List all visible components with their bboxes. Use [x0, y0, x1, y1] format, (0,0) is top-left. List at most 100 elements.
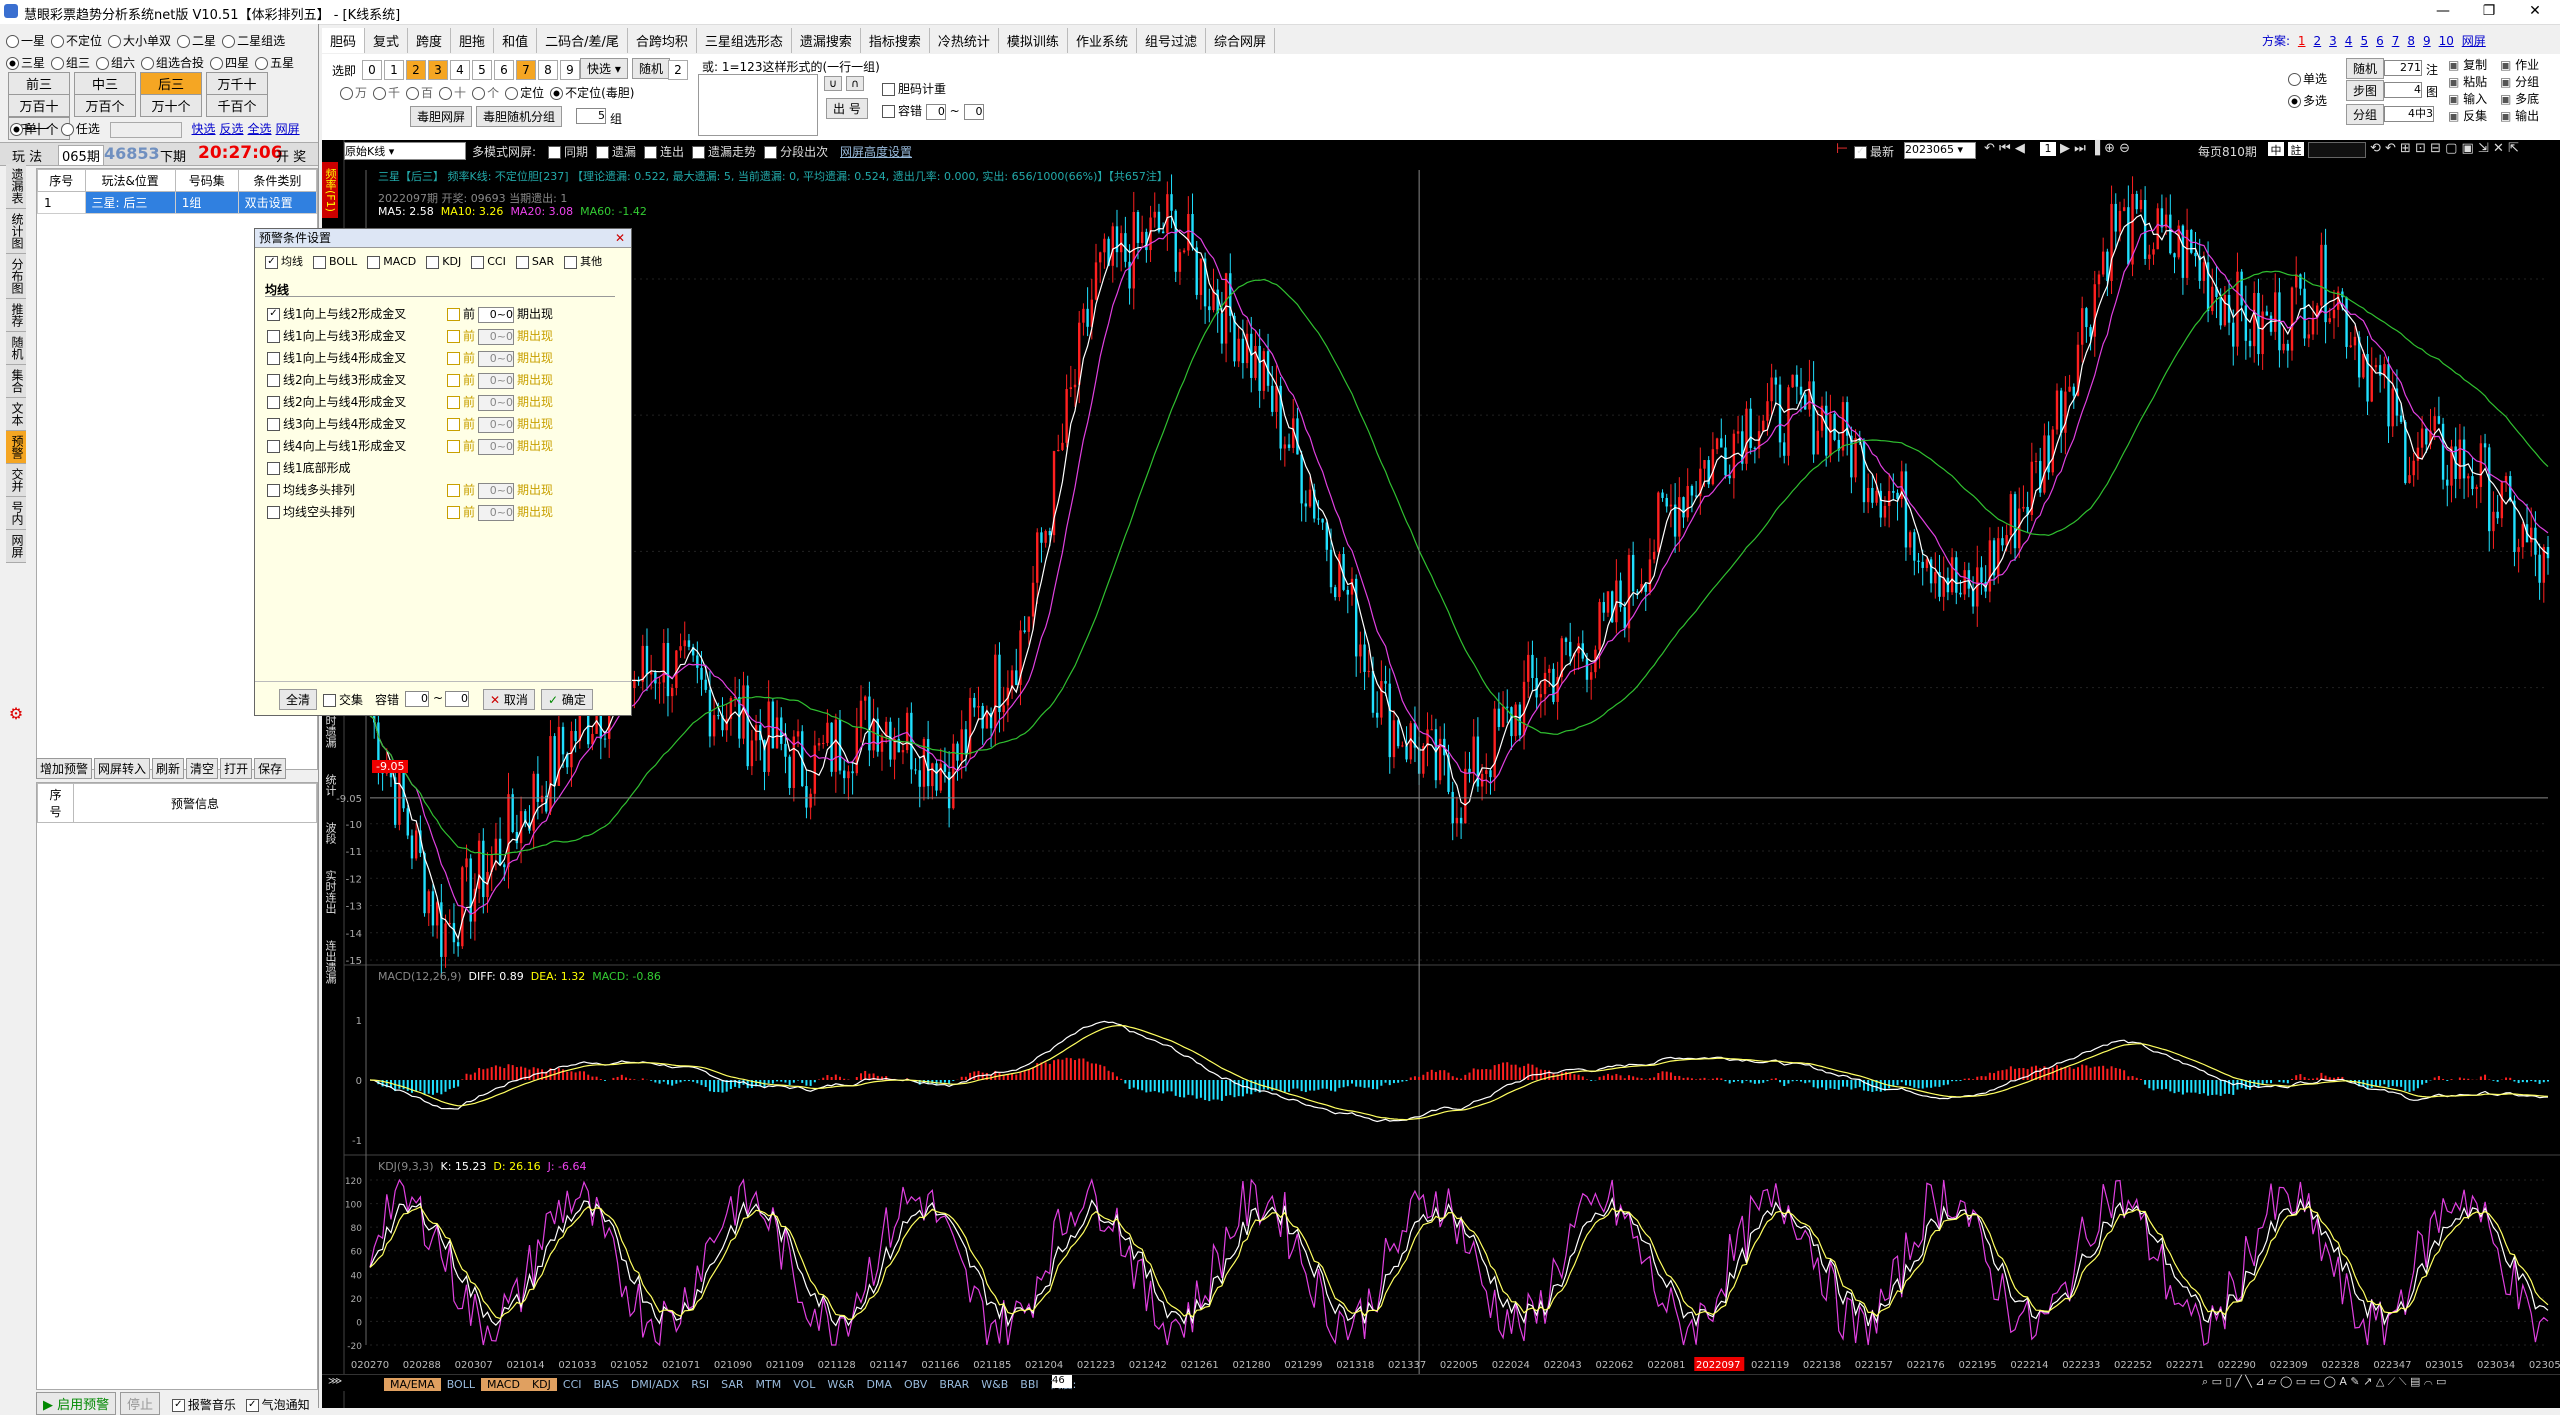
front-checkbox-3[interactable] — [447, 374, 460, 387]
front-checkbox-8[interactable] — [447, 484, 460, 497]
page-number-field[interactable]: 1 — [2040, 142, 2056, 156]
position-tab-1[interactable]: 中三 — [74, 72, 136, 95]
condition-checkbox-1[interactable] — [267, 330, 280, 343]
random-count-field[interactable]: 271 — [2384, 60, 2422, 76]
action-6[interactable]: ▣ 反集 — [2448, 107, 2500, 124]
dialog-tab-checkbox-6[interactable] — [564, 255, 578, 269]
indicator-tab-9[interactable]: MTM — [750, 1378, 788, 1391]
plan-number-10[interactable]: 10 — [2439, 34, 2454, 48]
warning-button-3[interactable]: 清空 — [186, 758, 219, 779]
range-field-9[interactable]: 0~0 — [478, 504, 515, 521]
dan-weight-checkbox[interactable] — [882, 83, 895, 96]
chart-check-0[interactable] — [548, 146, 561, 159]
dialog-tab-checkbox-4[interactable] — [471, 255, 485, 269]
indicator-tab-8[interactable]: SAR — [715, 1378, 749, 1391]
play-radio-radio_row1-1[interactable] — [51, 35, 65, 48]
start-warning-button[interactable]: ▶ 启用预警 — [36, 1392, 117, 1415]
plan-number-3[interactable]: 3 — [2329, 34, 2337, 48]
screen-height-link[interactable]: 网屏高度设置 — [840, 143, 912, 160]
menu-item-1[interactable]: 复式 — [365, 28, 409, 53]
left-link-1[interactable]: 反选 — [220, 122, 244, 136]
dialog-tab-checkbox-3[interactable] — [426, 255, 440, 269]
side-tab-7[interactable]: 预警 — [6, 431, 26, 464]
any-select[interactable] — [109, 121, 182, 138]
tolerance-from[interactable]: 0 — [925, 103, 946, 120]
chart-side-tab-5[interactable]: 连出遗漏 — [322, 934, 338, 990]
indicator-tab-13[interactable]: OBV — [898, 1378, 933, 1391]
minimize-button[interactable]: — — [2420, 0, 2466, 24]
indicator-tab-0[interactable]: MA/EMA — [384, 1378, 441, 1391]
tolerance-to[interactable]: 0 — [963, 103, 984, 120]
play-radio-radio_row2-4[interactable] — [210, 57, 224, 70]
side-tab-1[interactable]: 统计图 — [6, 209, 26, 254]
kline-mode-select[interactable]: 原始K线 ▾ — [344, 142, 466, 160]
menu-item-8[interactable]: 遗漏搜索 — [792, 28, 861, 53]
zh-button-1[interactable]: 中 — [2268, 142, 2284, 157]
action-7[interactable]: ▣ 输出 — [2500, 107, 2552, 124]
plan-number-2[interactable]: 2 — [2314, 34, 2322, 48]
tolerance-checkbox[interactable] — [882, 105, 895, 118]
range-field-6[interactable]: 0~0 — [478, 438, 515, 455]
digit-button-0[interactable]: 0 — [362, 60, 382, 80]
alarm-music-checkbox[interactable] — [171, 1399, 185, 1412]
range-field-0[interactable]: 0~0 — [478, 306, 515, 323]
side-tab-0[interactable]: 遗漏表 — [6, 164, 26, 209]
zh-button-2[interactable]: 註 — [2288, 142, 2304, 157]
menu-item-6[interactable]: 合跨均积 — [628, 28, 697, 53]
plan-number-6[interactable]: 6 — [2376, 34, 2384, 48]
table-row[interactable]: 1 三星: 后三 1组 双击设置 — [37, 191, 318, 214]
position-tab-0[interactable]: 万百十 — [8, 94, 70, 117]
step-count-field[interactable]: 4 — [2384, 82, 2422, 98]
chart-check-2[interactable] — [644, 146, 658, 159]
digit-button-2[interactable]: 2 — [406, 60, 426, 80]
random-button[interactable]: 随机 — [632, 58, 671, 79]
plan-number-7[interactable]: 7 — [2392, 34, 2400, 48]
front-checkbox-0[interactable] — [447, 308, 460, 321]
plan-number-5[interactable]: 5 — [2360, 34, 2368, 48]
side-tab-6[interactable]: 文本 — [6, 398, 26, 431]
warning-col-header[interactable]: 预警信息 — [73, 783, 317, 823]
position-radio-2[interactable] — [406, 87, 420, 100]
front-checkbox-2[interactable] — [447, 352, 460, 365]
menu-item-2[interactable]: 跨度 — [408, 28, 452, 53]
menu-item-12[interactable]: 作业系统 — [1068, 28, 1137, 53]
rule-col-header[interactable]: 序号 — [37, 169, 86, 192]
indicator-tab-2[interactable]: MACD — [480, 1378, 526, 1391]
play-radio-radio_row1-4[interactable] — [222, 35, 236, 48]
intersect-button[interactable]: ∩ — [846, 76, 865, 91]
chart-nav-icons[interactable]: ↶ ⏮ ◀ — [1984, 141, 2025, 156]
single-radio[interactable] — [10, 123, 23, 136]
chart-side-tab-3[interactable]: 波段 — [322, 816, 338, 850]
condition-checkbox-9[interactable] — [267, 506, 280, 519]
position-radio-1[interactable] — [373, 87, 387, 100]
range-field-5[interactable]: 0~0 — [478, 416, 515, 433]
play-radio-radio_row2-0[interactable] — [6, 57, 19, 70]
digit-button-8[interactable]: 8 — [538, 60, 558, 80]
position-radio-3[interactable] — [439, 87, 453, 100]
warning-col-header[interactable]: 序号 — [37, 783, 74, 823]
indicator-tab-6[interactable]: DMI/ADX — [625, 1378, 685, 1391]
action-0[interactable]: ▣ 复制 — [2448, 56, 2500, 73]
indicator-tab-5[interactable]: BIAS — [588, 1378, 625, 1391]
side-tab-3[interactable]: 推荐 — [6, 299, 26, 332]
chart-check-4[interactable] — [764, 146, 778, 159]
warning-button-5[interactable]: 保存 — [254, 758, 287, 779]
single-select-radio[interactable] — [2288, 73, 2301, 86]
digit-button-7[interactable]: 7 — [516, 60, 536, 80]
play-radio-radio_row2-1[interactable] — [51, 57, 65, 70]
condition-checkbox-8[interactable] — [267, 484, 280, 497]
quick-select[interactable]: 快选 ▾ — [580, 58, 628, 79]
condition-checkbox-3[interactable] — [267, 374, 280, 387]
indicator-tab-1[interactable]: BOLL — [441, 1378, 481, 1391]
menu-item-14[interactable]: 综合网屏 — [1206, 28, 1275, 53]
condition-checkbox-2[interactable] — [267, 352, 280, 365]
position-radio-4[interactable] — [472, 87, 486, 100]
latest-period-select[interactable]: 2023065 ▾ — [1904, 142, 1976, 159]
action-5[interactable]: ▣ 多底 — [2500, 90, 2552, 107]
condition-checkbox-7[interactable] — [267, 462, 280, 475]
close-window-button[interactable]: ✕ — [2512, 0, 2558, 24]
range-field-1[interactable]: 0~0 — [478, 328, 515, 345]
indicator-tab-15[interactable]: W&B — [975, 1378, 1014, 1391]
side-tab-4[interactable]: 随机 — [6, 332, 26, 365]
union-button[interactable]: ∪ — [824, 76, 843, 91]
